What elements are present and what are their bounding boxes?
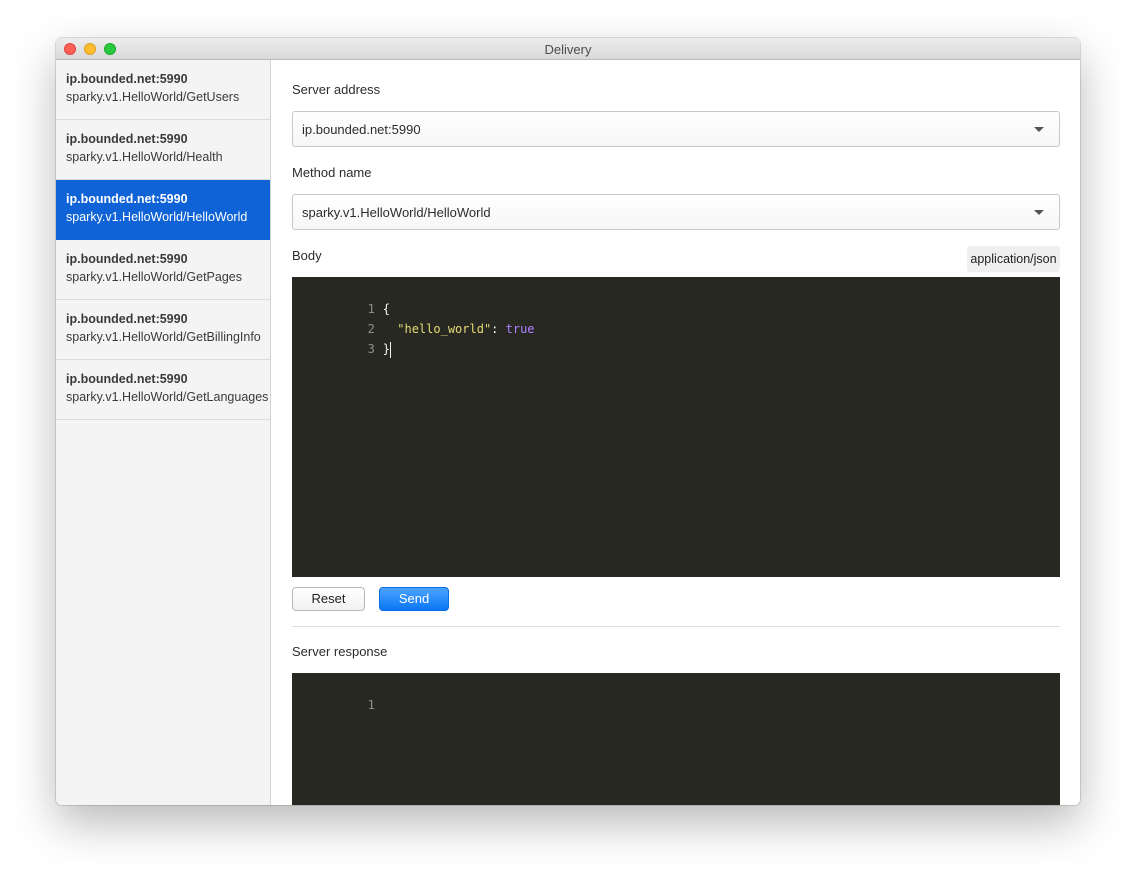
- code-line: 1{: [292, 279, 1060, 316]
- sidebar-item-getlanguages[interactable]: ip.bounded.net:5990 sparky.v1.HelloWorld…: [56, 360, 270, 420]
- response-editor[interactable]: 1: [292, 673, 1060, 805]
- method-name-value: sparky.v1.HelloWorld/HelloWorld: [302, 205, 491, 220]
- title-bar: Delivery: [56, 38, 1080, 60]
- code-line: 3}: [292, 319, 1060, 358]
- content-type-badge[interactable]: application/json: [967, 246, 1060, 272]
- sidebar-item-health[interactable]: ip.bounded.net:5990 sparky.v1.HelloWorld…: [56, 120, 270, 180]
- sidebar-item-getbillinginfo[interactable]: ip.bounded.net:5990 sparky.v1.HelloWorld…: [56, 300, 270, 360]
- code-line: 2 "hello_world": true: [292, 299, 1060, 336]
- sidebar-item-method: sparky.v1.HelloWorld/Health: [66, 150, 223, 164]
- body-label: Body: [292, 248, 322, 263]
- main-panel: Server address ip.bounded.net:5990 Metho…: [271, 60, 1080, 805]
- sidebar-item-helloworld[interactable]: ip.bounded.net:5990 sparky.v1.HelloWorld…: [56, 180, 270, 240]
- server-address-label: Server address: [292, 82, 381, 97]
- section-divider: [292, 626, 1060, 627]
- sidebar-item-method: sparky.v1.HelloWorld/GetLanguages: [66, 390, 269, 404]
- code-text: }: [382, 342, 391, 356]
- window-title: Delivery: [544, 42, 592, 57]
- chevron-down-icon: [1034, 210, 1044, 215]
- app-window: Delivery ip.bounded.net:5990 sparky.v1.H…: [56, 38, 1080, 805]
- server-address-select[interactable]: ip.bounded.net:5990: [292, 111, 1060, 147]
- sidebar-item-getusers[interactable]: ip.bounded.net:5990 sparky.v1.HelloWorld…: [56, 60, 270, 120]
- method-name-label: Method name: [292, 165, 372, 180]
- code-line: 1: [292, 675, 1060, 712]
- sidebar-item-method: sparky.v1.HelloWorld/GetPages: [66, 270, 243, 284]
- chevron-down-icon: [1034, 127, 1044, 132]
- method-name-select[interactable]: sparky.v1.HelloWorld/HelloWorld: [292, 194, 1060, 230]
- line-number: 3: [367, 342, 375, 356]
- sidebar-item-host: ip.bounded.net:5990: [66, 372, 188, 386]
- sidebar: ip.bounded.net:5990 sparky.v1.HelloWorld…: [56, 60, 271, 805]
- server-response-label: Server response: [292, 644, 388, 659]
- line-number: 1: [367, 698, 375, 712]
- sidebar-item-getpages[interactable]: ip.bounded.net:5990 sparky.v1.HelloWorld…: [56, 240, 270, 300]
- sidebar-item-method: sparky.v1.HelloWorld/GetUsers: [66, 90, 240, 104]
- sidebar-item-host: ip.bounded.net:5990: [66, 312, 188, 326]
- sidebar-item-host: ip.bounded.net:5990: [66, 192, 188, 206]
- send-button[interactable]: Send: [379, 587, 449, 611]
- sidebar-item-host: ip.bounded.net:5990: [66, 132, 188, 146]
- server-address-value: ip.bounded.net:5990: [302, 122, 421, 137]
- reset-button[interactable]: Reset: [292, 587, 365, 611]
- sidebar-item-method: sparky.v1.HelloWorld/GetBillingInfo: [66, 330, 261, 344]
- body-editor[interactable]: 1{ 2 "hello_world": true 3}: [292, 277, 1060, 577]
- sidebar-item-host: ip.bounded.net:5990: [66, 72, 188, 86]
- sidebar-item-host: ip.bounded.net:5990: [66, 252, 188, 266]
- text-cursor: [390, 341, 392, 358]
- sidebar-item-method: sparky.v1.HelloWorld/HelloWorld: [66, 210, 248, 224]
